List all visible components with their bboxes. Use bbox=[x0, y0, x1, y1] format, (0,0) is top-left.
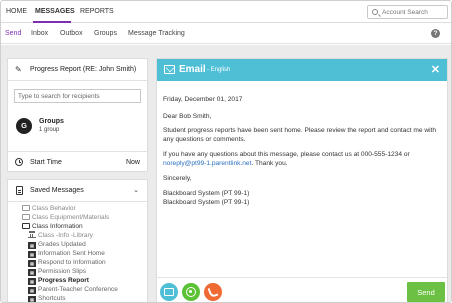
tree-item-label: Class Equipment/Materials bbox=[32, 214, 110, 221]
group-name[interactable]: Groups bbox=[39, 118, 64, 125]
pencil-icon[interactable]: ✎ bbox=[15, 65, 24, 74]
email-paragraph-2-text: If you have any questions about this mes… bbox=[163, 151, 410, 158]
tree-item-label: Permission Slips bbox=[38, 268, 87, 275]
start-time-value[interactable]: Now bbox=[126, 159, 140, 166]
help-icon[interactable]: ? bbox=[431, 29, 440, 38]
close-icon[interactable]: ✕ bbox=[431, 63, 440, 76]
group-avatar: G bbox=[16, 118, 32, 134]
nav-home[interactable]: HOME bbox=[6, 8, 27, 15]
recipient-search-input[interactable] bbox=[18, 92, 138, 101]
template-icon: ▤ bbox=[28, 242, 36, 249]
channel-bar: Send bbox=[157, 277, 447, 302]
folder-icon bbox=[22, 205, 30, 211]
tree-item-class-info-library[interactable]: Class -Info -Library bbox=[28, 231, 93, 240]
tree-item-label: Information Sent Home bbox=[38, 250, 105, 257]
email-channel-button[interactable] bbox=[160, 283, 178, 301]
sub-navigation: Send Inbox Outbox Groups Message Trackin… bbox=[1, 24, 451, 44]
chevron-down-icon[interactable]: ⌄ bbox=[133, 186, 139, 194]
folder-icon bbox=[22, 214, 30, 220]
clock-icon bbox=[15, 158, 23, 166]
tree-item-progress-report[interactable]: ▤ Progress Report bbox=[28, 276, 89, 285]
folder-open-icon bbox=[22, 223, 30, 229]
tree-item-respond-to-information[interactable]: ▤ Respond to Information bbox=[28, 258, 106, 267]
tree-item-grades-updated[interactable]: ▤ Grades Updated bbox=[28, 240, 86, 249]
template-icon: ▤ bbox=[28, 269, 36, 276]
tree-item-shortcuts[interactable]: ▤ Shortcuts bbox=[28, 294, 66, 302]
nav-messages[interactable]: MESSAGES bbox=[35, 8, 75, 15]
tab-outbox[interactable]: Outbox bbox=[60, 30, 83, 37]
email-paragraph-2: If you have any questions about this mes… bbox=[163, 150, 441, 168]
phone-icon bbox=[207, 285, 219, 299]
saved-messages-title: Saved Messages bbox=[30, 187, 84, 194]
tree-item-label: Class Information bbox=[32, 223, 83, 230]
library-icon bbox=[28, 231, 36, 238]
active-nav-indicator bbox=[33, 21, 71, 23]
account-search[interactable] bbox=[367, 5, 448, 19]
tab-inbox[interactable]: Inbox bbox=[31, 30, 48, 37]
start-time-row[interactable]: Start Time Now bbox=[8, 151, 147, 173]
tab-message-tracking[interactable]: Message Tracking bbox=[128, 30, 185, 37]
email-greeting: Dear Bob Smith, bbox=[163, 113, 212, 120]
email-header: Email - English ✕ bbox=[157, 59, 447, 81]
email-title: Email bbox=[179, 64, 206, 75]
email-closing: Sincerely, bbox=[163, 175, 192, 182]
envelope-icon bbox=[164, 288, 174, 296]
compose-header: ✎ Progress Report (RE: John Smith) bbox=[8, 59, 147, 81]
tree-item-label: Parent-Teacher Conference bbox=[38, 286, 118, 293]
document-icon bbox=[16, 186, 23, 195]
recipient-search[interactable] bbox=[14, 89, 141, 103]
tree-folder-class-behavior[interactable]: Class Behavior bbox=[22, 204, 76, 213]
tree-item-label: Progress Report bbox=[38, 277, 89, 284]
tree-item-information-sent-home[interactable]: ▤ Information Sent Home bbox=[28, 249, 105, 258]
send-button[interactable]: Send bbox=[407, 282, 445, 302]
email-paragraph-2-end: . Thank you. bbox=[251, 160, 288, 167]
tree-folder-class-information[interactable]: Class Information bbox=[22, 222, 83, 231]
email-signature-2: Blackboard System (PT 99-1) bbox=[163, 199, 250, 206]
saved-messages-panel: Saved Messages ⌄ Class Behavior Class Eq… bbox=[7, 179, 148, 302]
template-icon: ▤ bbox=[28, 296, 36, 302]
template-icon: ▤ bbox=[28, 278, 36, 285]
tab-send[interactable]: Send bbox=[5, 30, 21, 37]
app-window: HOME MESSAGES REPORTS Send Inbox Outbox … bbox=[0, 0, 452, 303]
compose-panel: ✎ Progress Report (RE: John Smith) G Gro… bbox=[7, 58, 148, 172]
email-paragraph-1: Student progress reports have been sent … bbox=[163, 127, 437, 143]
tab-groups[interactable]: Groups bbox=[94, 30, 117, 37]
tree-item-parent-teacher-conference[interactable]: ▤ Parent-Teacher Conference bbox=[28, 285, 118, 294]
tree-item-label: Class Behavior bbox=[32, 205, 76, 212]
tree-folder-class-equipment[interactable]: Class Equipment/Materials bbox=[22, 213, 109, 222]
email-language[interactable]: - English bbox=[207, 67, 230, 73]
group-count: 1 group bbox=[39, 127, 60, 133]
compose-title: Progress Report (RE: John Smith) bbox=[30, 66, 137, 73]
tree-item-label: Shortcuts bbox=[38, 295, 66, 302]
email-reply-link[interactable]: noreply@pt99-1.parentlink.net bbox=[163, 160, 251, 167]
top-navigation: HOME MESSAGES REPORTS bbox=[1, 1, 451, 23]
phone-channel-button[interactable] bbox=[204, 283, 222, 301]
nav-reports[interactable]: REPORTS bbox=[80, 8, 114, 15]
envelope-icon bbox=[164, 65, 175, 74]
email-signature-1: Blackboard System (PT 99-1) bbox=[163, 190, 250, 197]
tree-item-label: Class -Info -Library bbox=[38, 232, 93, 239]
template-icon: ▤ bbox=[28, 287, 36, 294]
tree-item-label: Respond to Information bbox=[38, 259, 106, 266]
chat-icon bbox=[186, 287, 196, 297]
search-icon bbox=[372, 9, 378, 15]
email-card: Email - English ✕ Friday, December 01, 2… bbox=[156, 58, 448, 302]
template-icon: ▤ bbox=[28, 251, 36, 258]
chat-channel-button[interactable] bbox=[182, 283, 200, 301]
tree-item-permission-slips[interactable]: ▤ Permission Slips bbox=[28, 267, 86, 276]
tree-item-label: Grades Updated bbox=[38, 241, 86, 248]
email-date: Friday, December 01, 2017 bbox=[163, 96, 243, 103]
saved-messages-header[interactable]: Saved Messages ⌄ bbox=[8, 180, 147, 202]
account-search-input[interactable] bbox=[382, 8, 446, 17]
start-time-label: Start Time bbox=[30, 159, 62, 166]
template-icon: ▤ bbox=[28, 260, 36, 267]
